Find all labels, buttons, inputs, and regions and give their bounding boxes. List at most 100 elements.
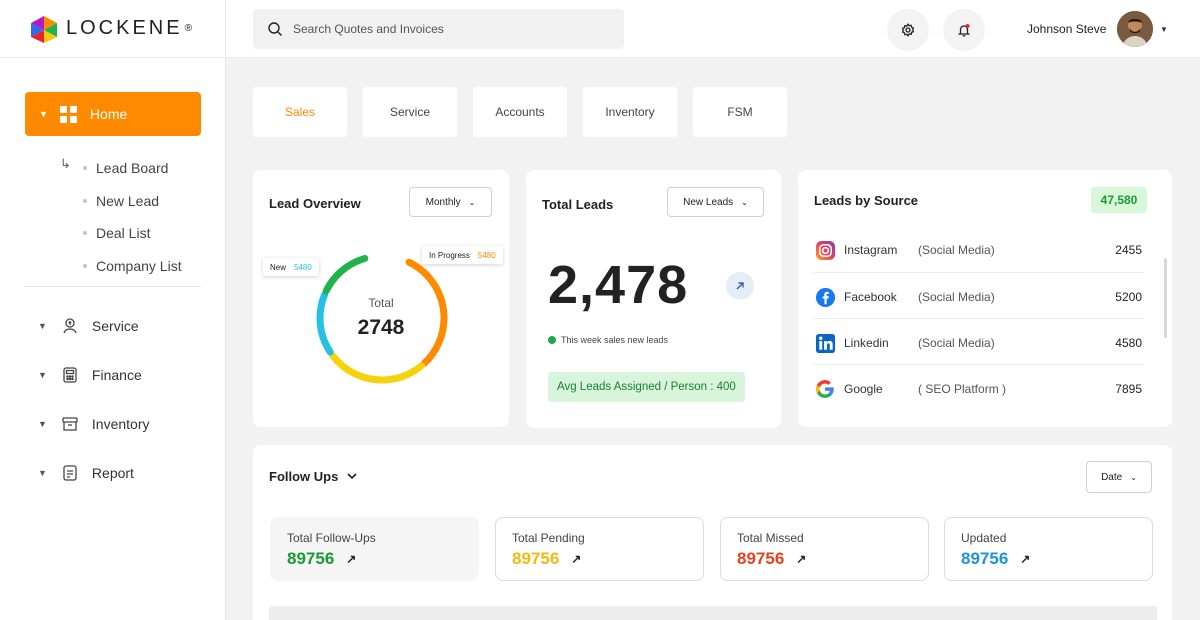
tooltip-label: New — [270, 262, 287, 272]
stat-value: 89756 — [287, 549, 335, 568]
tab-inventory[interactable]: Inventory — [583, 87, 677, 137]
tab-fsm[interactable]: FSM — [693, 87, 787, 137]
sidebar-item-label: Service — [91, 318, 139, 334]
source-row-google[interactable]: Google ( SEO Platform ) 7895 — [814, 366, 1142, 412]
trend-button[interactable] — [726, 272, 754, 300]
stat-value: 89756 — [512, 549, 560, 568]
stat-value-row: 89756 ↗ — [961, 549, 1152, 569]
subnav-item-label: Lead Board — [96, 160, 169, 177]
stat-value: 89756 — [737, 549, 785, 568]
avg-leads-badge: Avg Leads Assigned / Person : 400 — [548, 372, 745, 402]
arrow-up-right-icon: ↗ — [1020, 552, 1031, 566]
logo-icon — [31, 15, 57, 43]
stat-total-follow-ups[interactable]: Total Follow-Ups 89756 ↗ — [270, 517, 479, 581]
brand-name: LOCKENE — [66, 17, 183, 39]
arrow-up-right-icon: ↗ — [796, 552, 807, 566]
follow-ups-title: Follow Ups — [269, 469, 339, 484]
source-value: 4580 — [1115, 336, 1142, 350]
stat-label: Total Follow-Ups — [287, 531, 376, 545]
sidebar-divider — [25, 286, 201, 287]
sidebar-item-label: Finance — [91, 367, 142, 383]
leads-filter-dropdown[interactable]: New Leads ⌄ — [667, 187, 764, 217]
bullet-dot — [83, 231, 87, 236]
stat-value: 89756 — [961, 549, 1009, 568]
source-type: (Social Media) — [918, 243, 995, 257]
tab-service[interactable]: Service — [363, 87, 457, 137]
total-leads-card: Total Leads New Leads ⌄ 2,478 This week … — [526, 170, 781, 428]
stat-total-missed[interactable]: Total Missed 89756 ↗ — [720, 517, 929, 581]
sidebar-item-label: Report — [91, 465, 134, 481]
sidebar-item-label: Inventory — [91, 416, 150, 432]
facebook-icon — [814, 286, 836, 308]
donut-total-label: Total — [368, 296, 394, 310]
subnav-item-new-lead[interactable]: New Lead — [0, 185, 226, 218]
search-bar[interactable] — [253, 9, 624, 49]
source-type: ( SEO Platform ) — [918, 382, 1007, 396]
tab-accounts[interactable]: Accounts — [473, 87, 567, 137]
period-dropdown[interactable]: Monthly ⌄ — [409, 187, 492, 217]
bell-icon — [957, 24, 971, 37]
source-value: 7895 — [1115, 382, 1142, 396]
tab-sales[interactable]: Sales — [253, 87, 347, 137]
stat-label: Total Pending — [512, 531, 585, 545]
sidebar-item-home-label: Home — [89, 106, 128, 122]
brand-logo[interactable]: LOCKENE ® — [0, 0, 225, 58]
arrow-up-right-icon: ↗ — [571, 552, 582, 566]
table-header-placeholder — [269, 606, 1157, 620]
source-value: 5200 — [1115, 290, 1142, 304]
sidebar-item-report[interactable]: ▼ Report — [38, 462, 134, 484]
scrollbar-thumb[interactable] — [1164, 258, 1167, 338]
card-title: Leads by Source — [814, 193, 919, 208]
stat-label: Updated — [961, 531, 1007, 545]
source-name: Google — [844, 382, 883, 396]
chevron-down-icon — [347, 473, 357, 480]
sidebar-item-finance[interactable]: ▼ Finance — [38, 364, 142, 386]
tooltip-label: In Progress — [429, 250, 470, 260]
bullet-dot — [83, 198, 87, 203]
source-type: (Social Media) — [918, 336, 995, 350]
source-row-facebook[interactable]: Facebook (Social Media) 5200 — [814, 274, 1142, 320]
brand-registered-mark: ® — [184, 23, 192, 34]
bullet-dot — [83, 263, 87, 268]
archive-box-icon — [61, 415, 79, 433]
chevron-down-icon: ⌄ — [468, 197, 476, 207]
settings-button[interactable] — [887, 9, 929, 51]
tooltip-new: New 5480 — [263, 258, 319, 276]
instagram-icon — [814, 239, 836, 261]
leads-source-total-badge: 47,580 — [1091, 187, 1147, 213]
user-name[interactable]: Johnson Steve — [1027, 22, 1106, 36]
source-type: (Social Media) — [918, 290, 995, 304]
card-title: Lead Overview — [269, 196, 361, 211]
weekly-note: This week sales new leads — [548, 335, 668, 345]
arrow-up-right-icon — [736, 282, 744, 290]
sidebar-item-home[interactable]: ▼ Home — [25, 92, 201, 136]
notifications-button[interactable] — [943, 9, 985, 51]
search-input[interactable] — [293, 22, 593, 36]
subnav-item-label: Deal List — [96, 225, 151, 242]
chevron-down-icon: ⌄ — [1130, 472, 1137, 482]
source-row-instagram[interactable]: Instagram (Social Media) 2455 — [814, 227, 1142, 273]
tooltip-in-progress: In Progress 5480 — [422, 246, 503, 264]
subnav-item-deal-list[interactable]: Deal List — [0, 217, 226, 250]
subnav-item-company-list[interactable]: Company List — [0, 250, 226, 283]
dashboard-grid-icon — [59, 105, 77, 123]
date-filter-dropdown[interactable]: Date ⌄ — [1086, 461, 1152, 493]
row-divider — [814, 318, 1144, 319]
follow-ups-header[interactable]: Follow Ups — [269, 469, 357, 484]
stat-value-row: 89756 ↗ — [512, 549, 703, 569]
user-avatar[interactable] — [1117, 11, 1153, 47]
lead-overview-card: Lead Overview Monthly ⌄ Total 2748 New 5… — [253, 170, 509, 427]
stat-total-pending[interactable]: Total Pending 89756 ↗ — [495, 517, 704, 581]
stat-updated[interactable]: Updated 89756 ↗ — [944, 517, 1153, 581]
home-subnav: ↳ Lead Board New Lead Deal List Company … — [0, 152, 226, 282]
source-row-linkedin[interactable]: Linkedin (Social Media) 4580 — [814, 320, 1142, 366]
sidebar-item-inventory[interactable]: ▼ Inventory — [38, 413, 150, 435]
gear-icon — [901, 23, 915, 37]
source-name: Facebook — [844, 290, 897, 304]
period-dropdown-value: Monthly — [425, 196, 461, 208]
sidebar-item-service[interactable]: ▼ Service — [38, 315, 139, 337]
caret-down-icon: ▼ — [38, 321, 47, 331]
card-title: Total Leads — [542, 197, 614, 212]
user-menu-caret-icon[interactable]: ▼ — [1160, 25, 1168, 34]
subnav-item-lead-board[interactable]: Lead Board — [0, 152, 226, 185]
